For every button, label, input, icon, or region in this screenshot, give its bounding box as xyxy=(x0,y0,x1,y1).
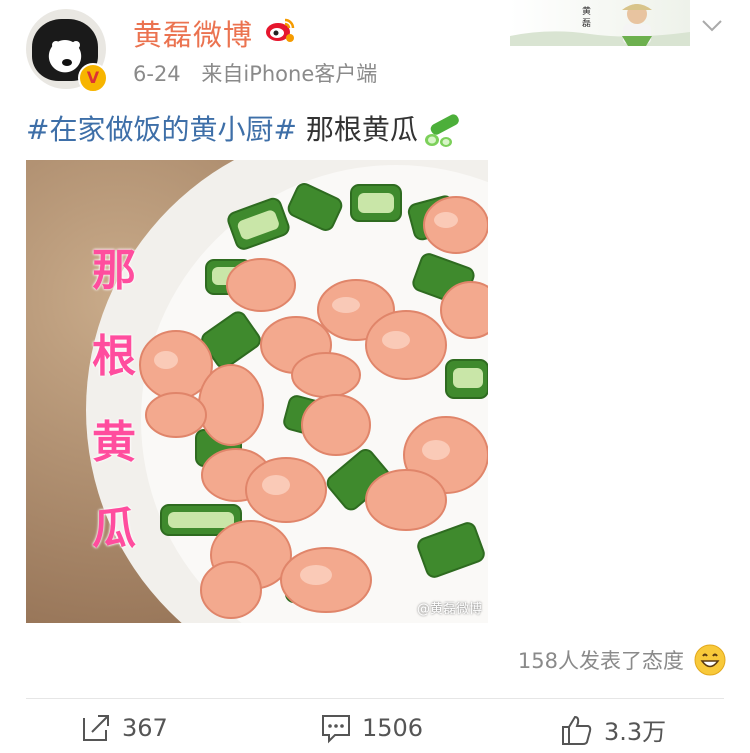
post-text: #在家做饭的黄小厨# 那根黄瓜 xyxy=(26,108,464,149)
post-source[interactable]: 来自iPhone客户端 xyxy=(201,62,377,86)
svg-text:磊: 磊 xyxy=(582,18,591,28)
hashtag-link[interactable]: #在家做饭的黄小厨# xyxy=(26,113,297,146)
image-title-char: 瓜 xyxy=(92,503,136,554)
post-body: 那根黄瓜 xyxy=(296,113,418,146)
image-watermark: @黄磊微博 xyxy=(416,602,482,617)
comment-icon xyxy=(322,715,350,744)
username[interactable]: 黄磊微博 xyxy=(133,12,253,54)
image-title-char: 那 xyxy=(92,245,136,296)
repost-button[interactable]: 367 xyxy=(80,712,168,744)
comment-button[interactable]: 1506 xyxy=(320,712,423,744)
grinning-face-icon xyxy=(694,644,726,676)
repost-count: 367 xyxy=(122,714,168,742)
reactions-text[interactable]: 158人发表了态度 xyxy=(518,645,684,675)
thumbs-up-icon xyxy=(562,715,592,745)
post-date: 6-24 xyxy=(133,62,181,86)
image-title-char: 黄 xyxy=(92,417,136,468)
divider xyxy=(26,698,724,699)
like-count: 3.3万 xyxy=(604,718,667,746)
like-button[interactable]: 3.3万 xyxy=(560,712,666,747)
avatar-nose xyxy=(62,59,72,66)
comment-count: 1506 xyxy=(362,714,424,742)
header-banner-image: 黄 磊 xyxy=(510,0,690,46)
chevron-down-icon[interactable] xyxy=(700,14,724,38)
reactions-summary[interactable]: 158人发表了态度 xyxy=(518,644,726,676)
banner-text: 黄 xyxy=(582,5,591,16)
repost-icon xyxy=(83,715,109,741)
image-vertical-title: 那 根 黄 瓜 xyxy=(84,228,144,572)
verified-badge-icon: V xyxy=(78,63,108,93)
post-image[interactable]: 那 根 黄 瓜 @黄磊微博 xyxy=(26,160,488,623)
image-title-char: 根 xyxy=(92,331,136,382)
avatar-eye xyxy=(72,41,80,49)
weibo-logo-icon xyxy=(266,18,295,42)
cucumber-emoji-icon xyxy=(424,114,459,147)
post-meta: 6-24 来自iPhone客户端 xyxy=(133,58,391,88)
avatar-eye xyxy=(52,41,60,49)
